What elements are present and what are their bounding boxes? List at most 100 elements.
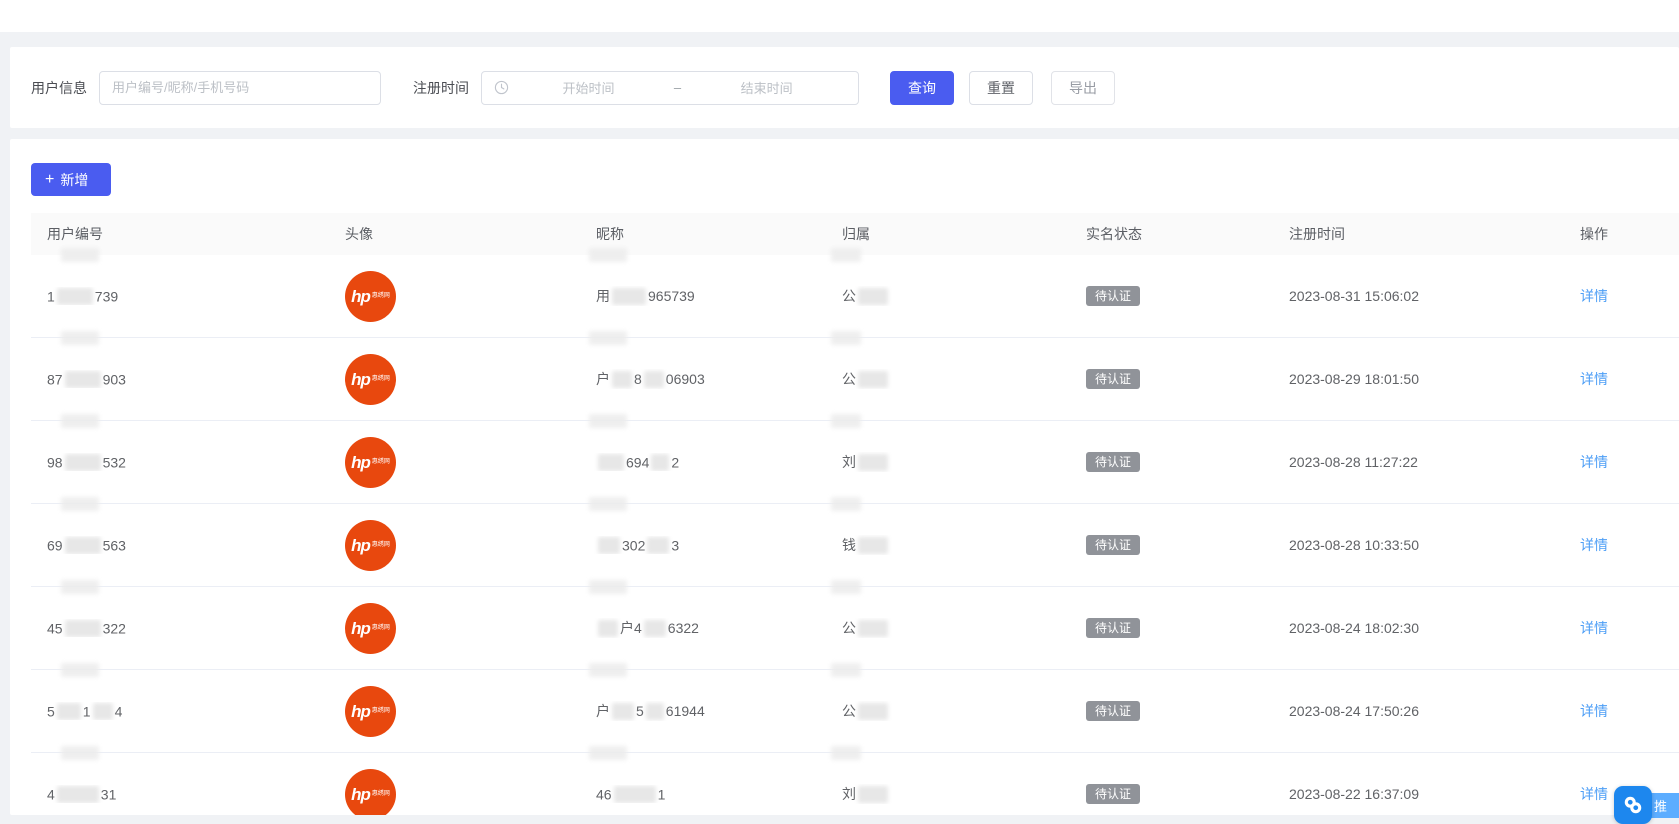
user-info-label: 用户信息 [31, 78, 87, 98]
avatar: hp 惠绣网 [345, 769, 396, 816]
owner-cell: 刘 [826, 784, 1070, 804]
avatar-cell: hp 惠绣网 [329, 271, 580, 322]
top-bar [0, 0, 1679, 32]
date-range-picker[interactable]: 开始时间 – 结束时间 [481, 71, 859, 105]
reg-time-label: 注册时间 [413, 78, 469, 98]
owner-cell: 钱 [826, 535, 1070, 555]
reg-time-cell: 2023-08-24 17:50:26 [1273, 703, 1564, 719]
avatar: hp 惠绣网 [345, 271, 396, 322]
avatar-cell: hp 惠绣网 [329, 437, 580, 488]
status-badge: 待认证 [1086, 452, 1140, 472]
status-badge: 待认证 [1086, 535, 1140, 555]
table-row: 514 hp 惠绣网 户561944 公 待认证 2023-08-24 17:5… [31, 670, 1679, 753]
avatar-cell: hp 惠绣网 [329, 354, 580, 405]
avatar-logo-main: hp [351, 620, 370, 637]
actions-cell: 详情 [1564, 701, 1679, 721]
avatar-logo-main: hp [351, 288, 370, 305]
netdisk-icon[interactable] [1614, 786, 1652, 824]
user-id-cell: 431 [31, 785, 329, 803]
export-button[interactable]: 导出 [1051, 71, 1115, 105]
redaction-smudge [589, 746, 627, 760]
redaction-smudge [831, 414, 861, 428]
details-link[interactable]: 详情 [1580, 288, 1608, 304]
actions-cell: 详情 [1564, 369, 1679, 389]
status-badge: 待认证 [1086, 784, 1140, 804]
user-id-cell: 87903 [31, 370, 329, 388]
user-table: 用户编号 头像 昵称 归属 实名状态 注册时间 操作 1739 hp 惠绣网 用… [31, 213, 1679, 815]
status-cell: 待认证 [1070, 618, 1273, 638]
user-id-cell: 1739 [31, 287, 329, 305]
status-badge: 待认证 [1086, 369, 1140, 389]
avatar-logo-text: 惠绣网 [372, 376, 390, 382]
details-link[interactable]: 详情 [1580, 537, 1608, 553]
nickname-cell: 3023 [580, 536, 826, 554]
col-header-actions: 操作 [1564, 224, 1679, 244]
owner-cell: 公 [826, 286, 1070, 306]
avatar: hp 惠绣网 [345, 520, 396, 571]
reg-time-cell: 2023-08-29 18:01:50 [1273, 371, 1564, 387]
avatar-logo-text: 惠绣网 [372, 625, 390, 631]
user-info-input[interactable] [99, 71, 381, 105]
owner-cell: 公 [826, 618, 1070, 638]
status-cell: 待认证 [1070, 535, 1273, 555]
avatar-cell: hp 惠绣网 [329, 686, 580, 737]
status-cell: 待认证 [1070, 784, 1273, 804]
redaction-smudge [589, 580, 627, 594]
reset-button[interactable]: 重置 [969, 71, 1033, 105]
redaction-smudge [831, 331, 861, 345]
details-link[interactable]: 详情 [1580, 786, 1608, 802]
nickname-cell: 户46322 [580, 618, 826, 638]
nickname-cell: 用965739 [580, 286, 826, 306]
details-link[interactable]: 详情 [1580, 703, 1608, 719]
nickname-cell: 6942 [580, 453, 826, 471]
avatar-logo-main: hp [351, 454, 370, 471]
avatar-logo-main: hp [351, 371, 370, 388]
table-row: 69563 hp 惠绣网 3023 钱 待认证 2023-08-28 10:33… [31, 504, 1679, 587]
avatar: hp 惠绣网 [345, 437, 396, 488]
avatar: hp 惠绣网 [345, 354, 396, 405]
redaction-smudge [61, 331, 99, 345]
details-link[interactable]: 详情 [1580, 620, 1608, 636]
col-header-user-id: 用户编号 [31, 224, 329, 244]
avatar-cell: hp 惠绣网 [329, 520, 580, 571]
user-id-cell: 98532 [31, 453, 329, 471]
avatar-cell: hp 惠绣网 [329, 603, 580, 654]
redaction-smudge [831, 497, 861, 511]
owner-cell: 公 [826, 369, 1070, 389]
status-cell: 待认证 [1070, 701, 1273, 721]
user-table-card: + 新增 用户编号 头像 昵称 归属 实名状态 注册时间 操作 1739 hp … [10, 139, 1679, 815]
avatar-cell: hp 惠绣网 [329, 769, 580, 816]
owner-cell: 公 [826, 701, 1070, 721]
avatar-logo-main: hp [351, 537, 370, 554]
range-separator: – [668, 80, 687, 95]
avatar-logo-text: 惠绣网 [372, 708, 390, 714]
table-row: 45322 hp 惠绣网 户46322 公 待认证 2023-08-24 18:… [31, 587, 1679, 670]
add-button-label: 新增 [60, 170, 88, 190]
reg-time-cell: 2023-08-22 16:37:09 [1273, 786, 1564, 802]
redaction-smudge [831, 248, 861, 262]
avatar: hp 惠绣网 [345, 603, 396, 654]
redaction-smudge [831, 663, 861, 677]
table-row: 1739 hp 惠绣网 用965739 公 待认证 2023-08-31 15:… [31, 255, 1679, 338]
status-cell: 待认证 [1070, 369, 1273, 389]
actions-cell: 详情 [1564, 535, 1679, 555]
user-id-cell: 514 [31, 702, 329, 720]
details-link[interactable]: 详情 [1580, 454, 1608, 470]
filter-bar: 用户信息 注册时间 开始时间 – 结束时间 查询 重置 导出 [10, 47, 1679, 128]
avatar-logo-text: 惠绣网 [372, 293, 390, 299]
avatar-logo-text: 惠绣网 [372, 459, 390, 465]
redaction-smudge [589, 497, 627, 511]
avatar-logo-text: 惠绣网 [372, 542, 390, 548]
reg-time-cell: 2023-08-24 18:02:30 [1273, 620, 1564, 636]
redaction-smudge [589, 663, 627, 677]
redaction-smudge [61, 414, 99, 428]
search-button[interactable]: 查询 [890, 71, 954, 105]
reg-time-cell: 2023-08-31 15:06:02 [1273, 288, 1564, 304]
details-link[interactable]: 详情 [1580, 371, 1608, 387]
redaction-smudge [61, 746, 99, 760]
floating-widget[interactable]: 推 [1614, 786, 1679, 824]
add-user-button[interactable]: + 新增 [31, 163, 111, 196]
redaction-smudge [589, 248, 627, 262]
redaction-smudge [61, 663, 99, 677]
plus-icon: + [45, 172, 54, 188]
